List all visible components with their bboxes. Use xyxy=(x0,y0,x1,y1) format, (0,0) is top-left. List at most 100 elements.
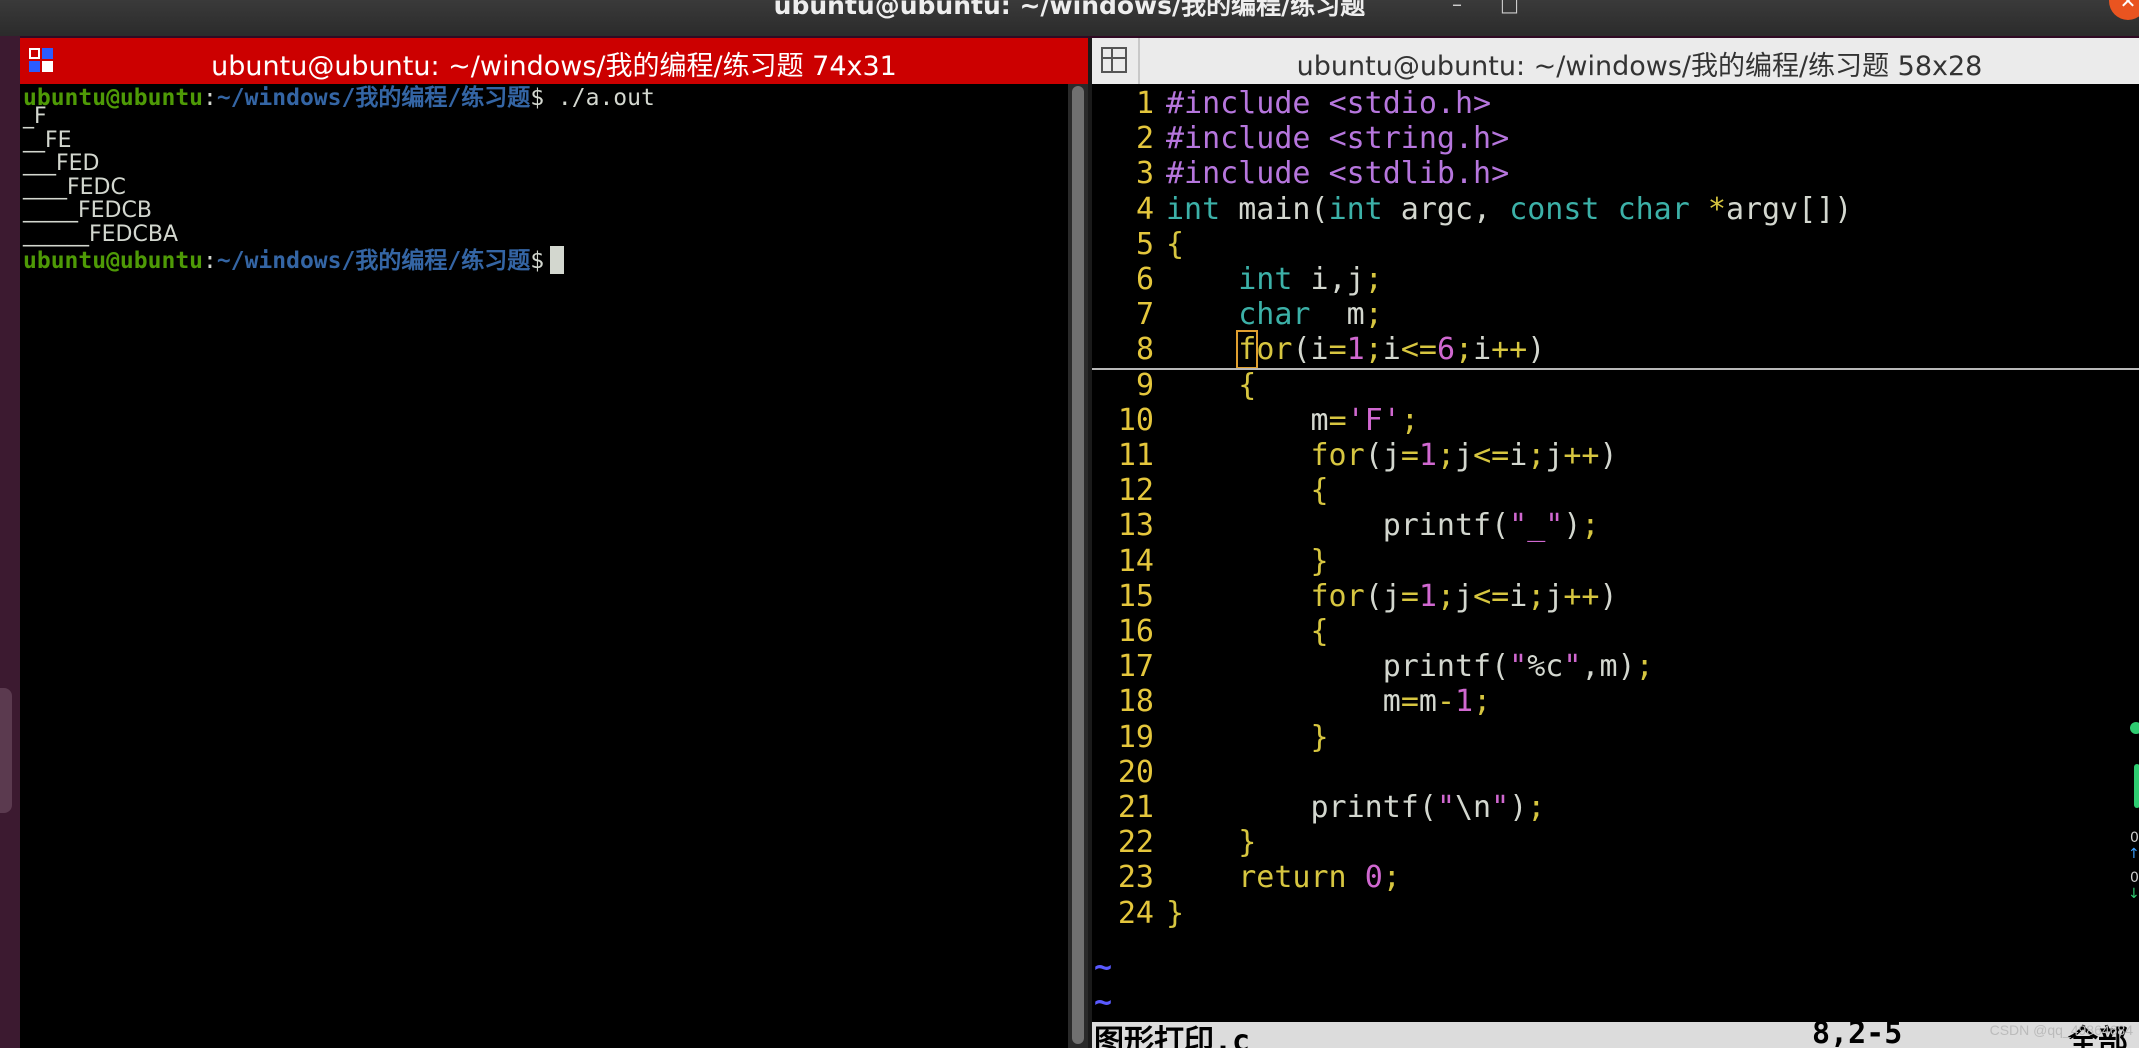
left-terminal[interactable]: ubuntu@ubuntu:~/windows/我的编程/练习题$ ./a.ou… xyxy=(20,84,1068,1048)
code-line[interactable]: 23 return 0; xyxy=(1092,860,2139,896)
line-number: 8 xyxy=(1135,332,1154,368)
code-line[interactable]: 11 for(j=1;j<=i;j++) xyxy=(1092,438,2139,474)
code-token: " xyxy=(1491,790,1510,825)
code-text: #include <string.h> xyxy=(1166,121,1509,156)
code-line[interactable]: 20 xyxy=(1092,755,2139,791)
watermark: CSDN @qq_49864684 xyxy=(1989,1022,2133,1038)
code-token: m xyxy=(1418,684,1437,720)
network-speed-widget[interactable]: 0 ↑ 0 ↓ xyxy=(2116,704,2139,914)
right-terminal-header[interactable]: ubuntu@ubuntu: ~/windows/我的编程/练习题 58x28 xyxy=(1092,38,2139,84)
code-token: } xyxy=(1310,543,1329,579)
code-line[interactable]: 3 #include <stdlib.h> xyxy=(1092,156,2139,192)
code-line[interactable]: 10 m='F'; xyxy=(1092,403,2139,439)
line-number: 12 xyxy=(1117,473,1154,509)
line-number: 3 xyxy=(1135,156,1154,192)
line-number: 9 xyxy=(1135,367,1154,403)
code-line[interactable]: 13 printf("_"); xyxy=(1092,508,2139,544)
line-number: 18 xyxy=(1117,684,1154,720)
code-token: int xyxy=(1328,191,1383,227)
prompt-line-2[interactable]: ubuntu@ubuntu:~/windows/我的编程/练习题$ xyxy=(23,241,565,275)
code-line[interactable]: 7 char m; xyxy=(1092,297,2139,333)
line-number: 22 xyxy=(1117,825,1154,861)
code-line[interactable]: 14 } xyxy=(1092,544,2139,580)
code-token: <= xyxy=(1473,438,1510,473)
scrollbar-thumb[interactable] xyxy=(1072,86,1084,1044)
code-token: const xyxy=(1509,191,1600,227)
line-number: 2 xyxy=(1135,121,1154,157)
output-line: _F xyxy=(23,104,47,129)
code-token: j xyxy=(1455,438,1474,473)
code-token: i xyxy=(1382,332,1401,368)
code-token: m xyxy=(1310,297,1365,333)
code-text: int i,j; xyxy=(1166,262,1383,297)
left-scrollbar[interactable] xyxy=(1068,84,1088,1048)
code-token: ; xyxy=(1400,402,1419,438)
code-token: = xyxy=(1400,578,1419,614)
code-token: %c xyxy=(1527,649,1564,685)
maximize-button[interactable]: □ xyxy=(1500,0,1519,16)
code-line[interactable]: 2 #include <string.h> xyxy=(1092,121,2139,157)
code-line[interactable]: 4 int main(int argc, const char *argv[]) xyxy=(1092,192,2139,228)
code-token: j xyxy=(1545,438,1564,473)
output-line: ___FED xyxy=(23,151,100,176)
code-token: ++ xyxy=(1563,438,1600,473)
prompt-user: ubuntu@ubuntu xyxy=(23,85,204,111)
code-line[interactable]: 9 { xyxy=(1092,368,2139,404)
window-title: ubuntu@ubuntu: ~/windows/我的编程/练习题 xyxy=(773,0,1366,20)
code-line[interactable]: 19 } xyxy=(1092,720,2139,756)
upload-speed: 0 xyxy=(2130,830,2139,846)
terminator-icon[interactable] xyxy=(1100,46,1128,74)
code-token: 1 xyxy=(1418,438,1437,473)
dock-handle[interactable] xyxy=(0,688,12,813)
code-line[interactable]: 24} xyxy=(1092,896,2139,932)
code-text: } xyxy=(1166,896,1184,931)
code-token: #include xyxy=(1166,86,1329,121)
window-titlebar: ubuntu@ubuntu: ~/windows/我的编程/练习题 – □ ✕ xyxy=(0,0,2139,36)
code-token: (i xyxy=(1292,332,1329,368)
code-token: j xyxy=(1545,578,1564,614)
code-line[interactable]: 5{ xyxy=(1092,227,2139,263)
code-line[interactable]: 18 m=m-1; xyxy=(1092,684,2139,720)
code-token: 6 xyxy=(1436,332,1455,368)
code-token: " xyxy=(1563,649,1582,685)
prompt-symbol: $ xyxy=(530,85,545,111)
vim-editor[interactable]: 1 #include <stdio.h> 2 #include <string.h> 3… xyxy=(1092,84,2139,1048)
code-token: 0 xyxy=(1364,860,1383,896)
code-token: } xyxy=(1310,719,1329,755)
code-line[interactable]: 15 for(j=1;j<=i;j++) xyxy=(1092,579,2139,615)
code-token: #include xyxy=(1166,156,1329,192)
code-text: printf("\n"); xyxy=(1166,790,1545,825)
code-token: { xyxy=(1310,473,1329,509)
output-line: __FE xyxy=(23,128,72,153)
code-token: char xyxy=(1238,297,1311,333)
code-token: ; xyxy=(1364,262,1383,297)
minimize-button[interactable]: – xyxy=(1452,0,1462,16)
code-line[interactable]: 12 { xyxy=(1092,473,2139,509)
code-line[interactable]: 22 } xyxy=(1092,825,2139,861)
code-token: = xyxy=(1328,402,1347,438)
code-line[interactable]: 16 { xyxy=(1092,614,2139,650)
code-line[interactable]: 8 for(i=1;i<=6;i++) xyxy=(1092,330,2139,370)
code-line[interactable]: 6 int i,j; xyxy=(1092,262,2139,298)
line-number: 4 xyxy=(1135,191,1154,227)
code-token: ) xyxy=(1599,438,1618,473)
code-line[interactable]: 1 #include <stdio.h> xyxy=(1092,86,2139,122)
code-token: * xyxy=(1707,191,1726,227)
code-token: " xyxy=(1509,649,1528,685)
code-token: 1 xyxy=(1418,578,1437,614)
terminal-cursor xyxy=(550,246,565,274)
code-token: { xyxy=(1238,367,1257,403)
line-number: 20 xyxy=(1117,754,1154,790)
code-token: - xyxy=(1436,684,1455,720)
code-line[interactable]: 17 printf("%c",m); xyxy=(1092,649,2139,685)
code-token: ) xyxy=(1509,790,1528,825)
line-number: 10 xyxy=(1117,402,1154,438)
code-token: main( xyxy=(1220,191,1329,227)
code-token: int xyxy=(1166,191,1221,227)
code-token: i xyxy=(1473,332,1492,368)
code-line[interactable]: 21 printf("\n"); xyxy=(1092,790,2139,826)
